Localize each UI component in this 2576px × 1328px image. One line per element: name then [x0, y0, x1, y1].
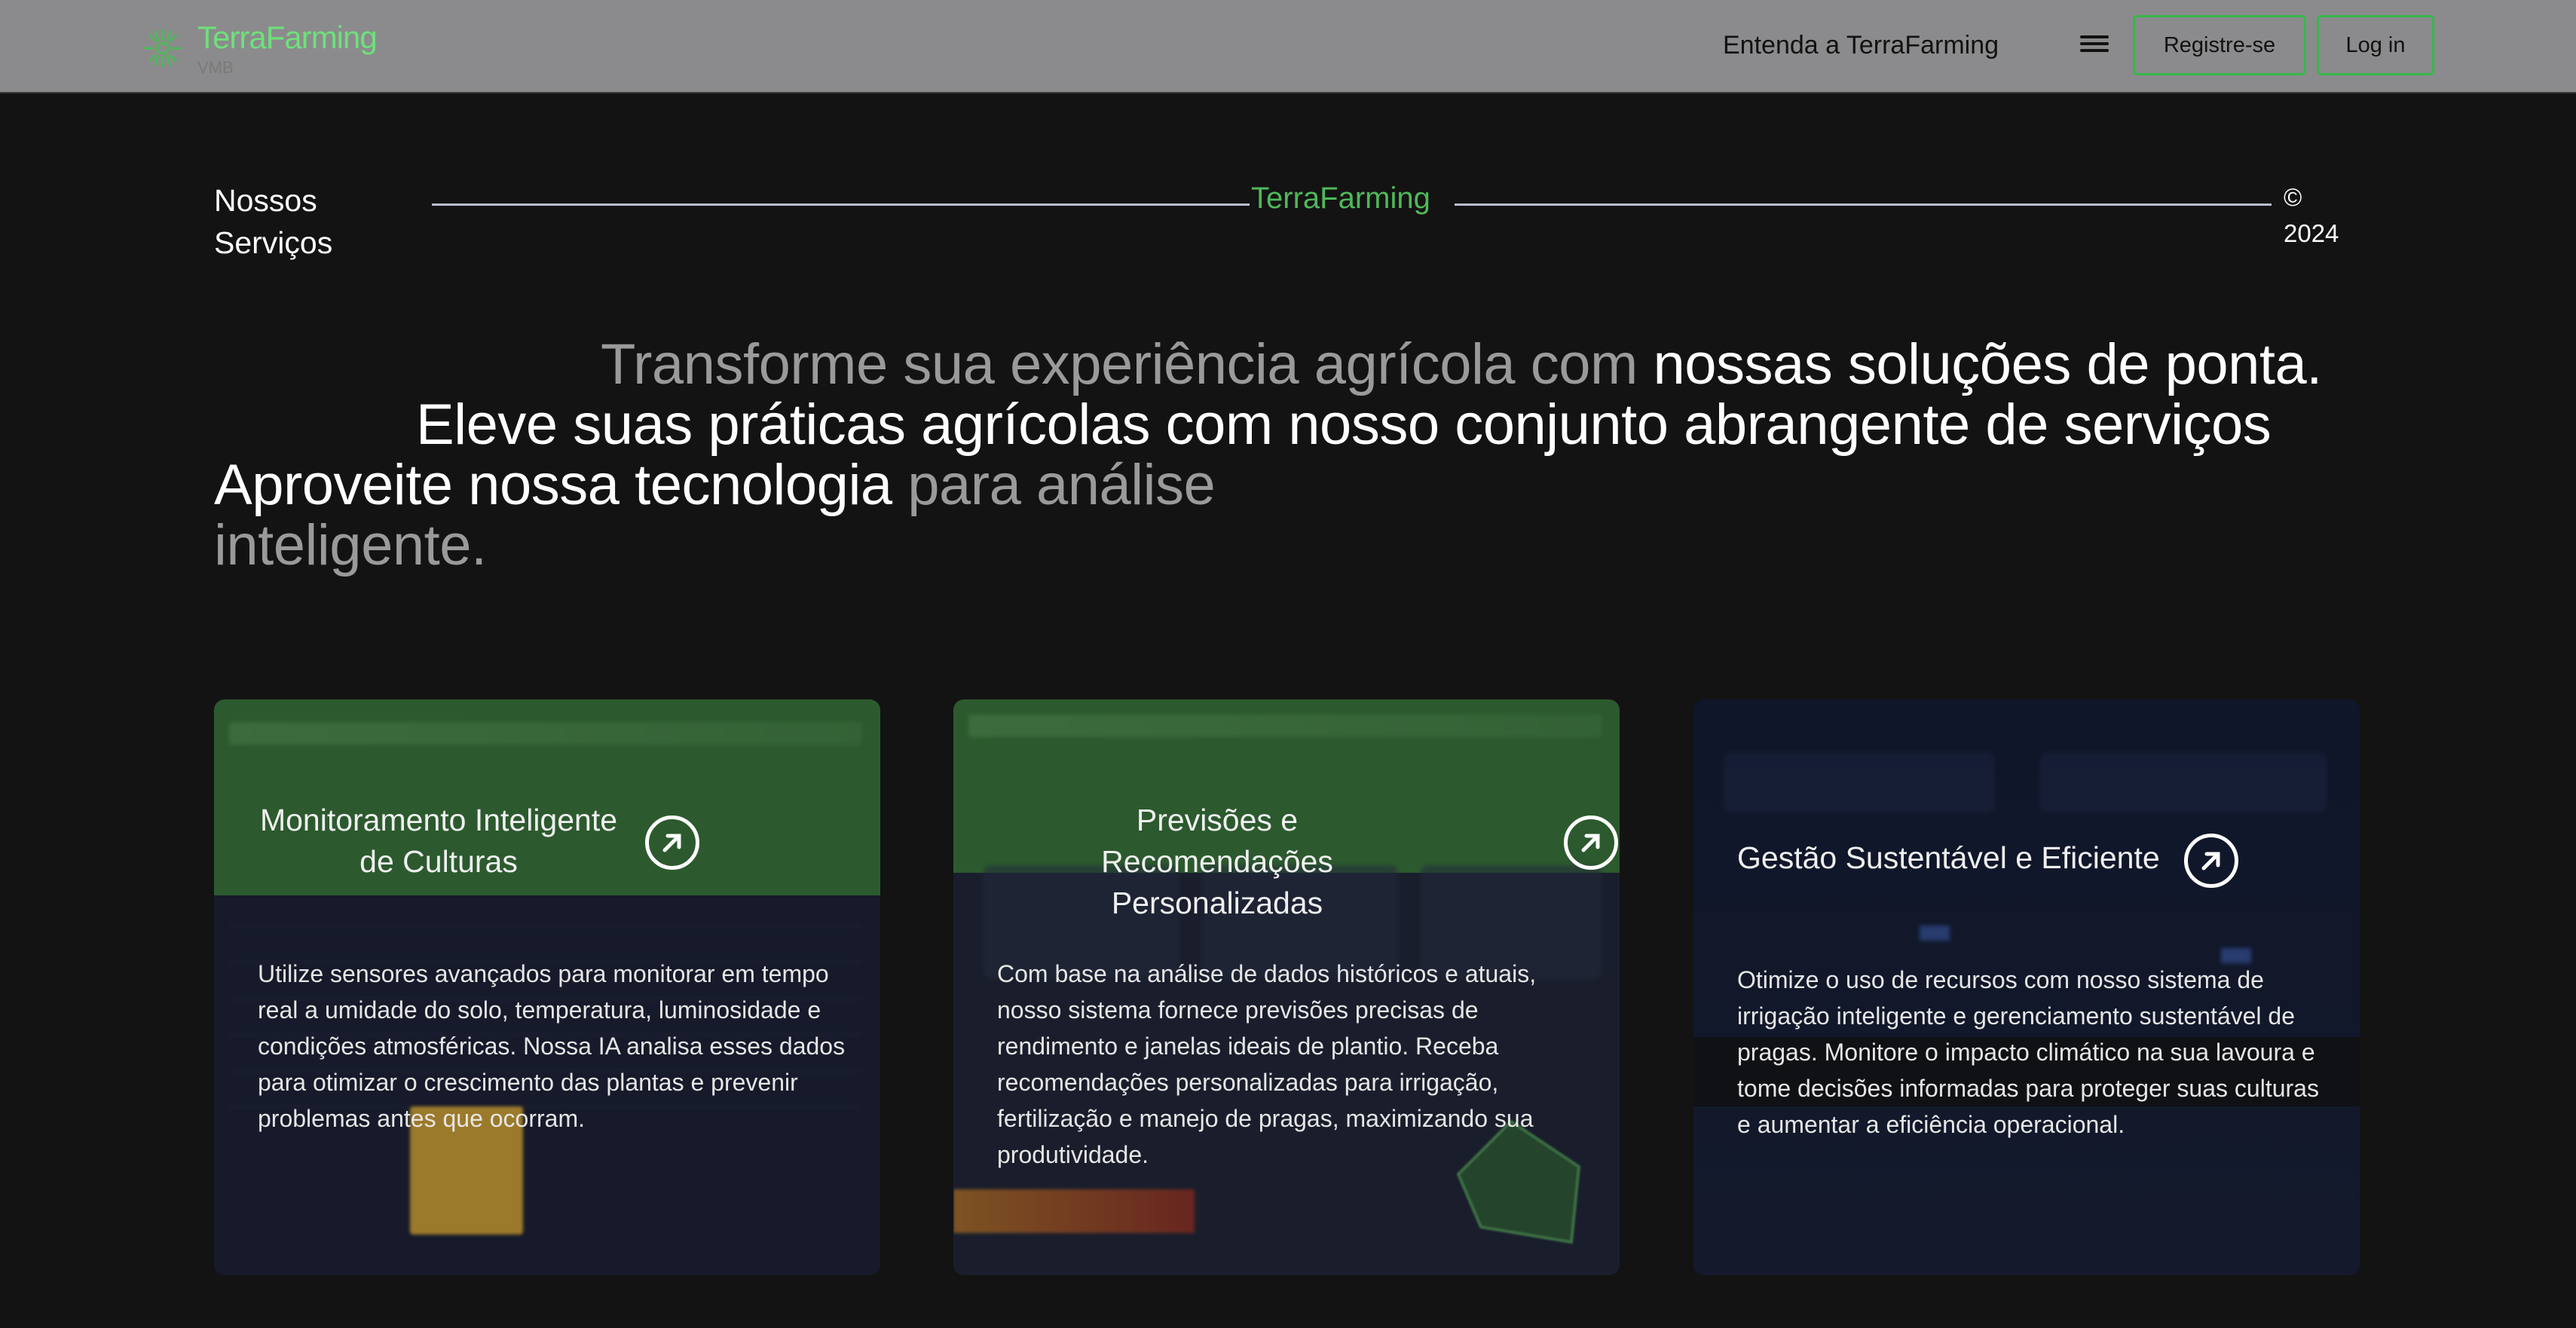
card-bg-gradient-bar [953, 1189, 1195, 1233]
card-body: Utilize sensores avançados para monitora… [258, 960, 846, 1132]
login-button[interactable]: Log in [2317, 15, 2434, 75]
register-button[interactable]: Registre-se [2133, 15, 2306, 75]
service-card-monitoring[interactable]: Monitoramento Inteligente de Culturas Ut… [214, 699, 880, 1275]
card-body: Otimize o uso de recursos com nosso sist… [1737, 966, 2319, 1138]
service-card-sustainable[interactable]: Gestão Sustentável e Eficiente Otimize o… [1693, 699, 2360, 1275]
card-title: Monitoramento Inteligente de Culturas [259, 803, 618, 879]
headline-l3-bright: Aproveite nossa tecnologia [214, 453, 908, 517]
divider-right [1455, 203, 2272, 206]
headline-line-2: Eleve suas práticas agrícolas com nosso … [416, 393, 2272, 457]
card-bg-tabs [968, 714, 1602, 737]
headline-line-4: inteligente. [214, 513, 487, 577]
copyright-year: 2024 [2284, 219, 2339, 247]
headline-line-1: Transforme sua experiência agrícola com … [601, 335, 2322, 395]
section-brand: TerraFarming [1251, 182, 1430, 215]
card-bg-tile-1 [1724, 752, 1995, 812]
card-bg-chip-2 [2221, 948, 2251, 963]
nav-link-about[interactable]: Entenda a TerraFarming [1723, 29, 1999, 62]
arrow-up-right-icon[interactable] [2184, 834, 2238, 888]
arrow-up-right-icon[interactable] [645, 815, 699, 870]
card-bg-chip-1 [1920, 926, 1950, 941]
brand-subtitle: VMB [197, 58, 234, 77]
card-bg-tabs [229, 722, 862, 745]
copyright: © 2024 [2284, 179, 2339, 252]
hamburger-menu-icon[interactable] [2080, 32, 2109, 56]
service-card-predictions[interactable]: Previsões e Recomendações Personalizadas… [953, 699, 1620, 1275]
section-label: Nossos Serviços [214, 179, 332, 264]
headline-l1-dim: Transforme sua experiência agrícola com [601, 332, 1654, 396]
headline-l3-dim: para análise [907, 453, 1216, 517]
top-navbar: TerraFarming VMB Entenda a TerraFarming … [0, 0, 2576, 93]
headline-line-3: Aproveite nossa tecnologia para análise [214, 453, 1216, 517]
card-title: Previsões e Recomendações Personalizadas [1101, 803, 1333, 920]
card-title: Gestão Sustentável e Eficiente [1737, 840, 2160, 875]
section-label-line2: Serviços [214, 225, 333, 260]
section-label-line1: Nossos [214, 183, 317, 218]
divider-left [432, 203, 1250, 206]
arrow-up-right-icon[interactable] [1564, 815, 1618, 870]
brand-logo[interactable]: TerraFarming VMB [142, 20, 378, 77]
copyright-symbol: © [2284, 183, 2302, 211]
sun-flower-icon [143, 29, 182, 68]
card-body: Com base na análise de dados históricos … [997, 960, 1537, 1168]
brand-name: TerraFarming [197, 20, 378, 55]
headline-l1-bright: nossas soluções de ponta. [1653, 332, 2322, 396]
card-bg-tile-2 [2040, 752, 2327, 812]
